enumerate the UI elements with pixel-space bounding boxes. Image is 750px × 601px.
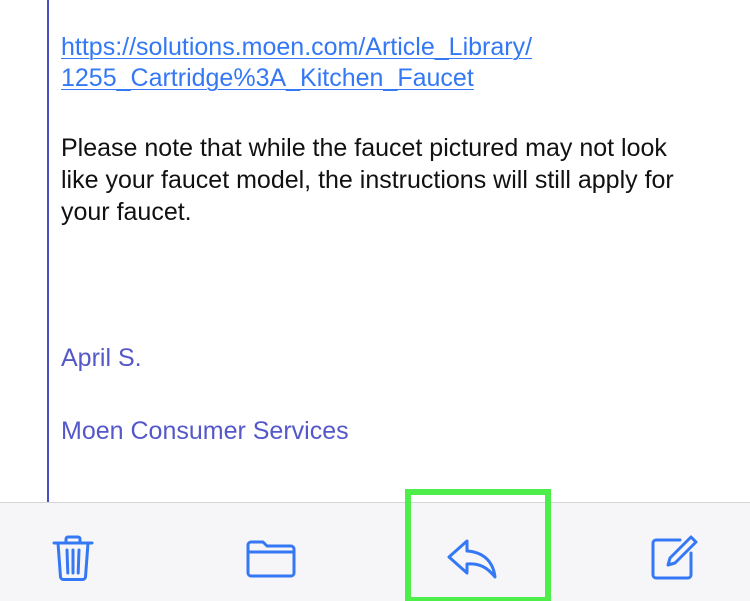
- folder-icon: [246, 540, 296, 578]
- reply-button[interactable]: [445, 531, 499, 585]
- move-to-folder-button[interactable]: [244, 531, 298, 585]
- note-text-line3: your faucet.: [61, 198, 192, 226]
- trash-button[interactable]: [46, 531, 100, 585]
- reply-icon: [447, 539, 497, 579]
- note-text-line2: like your faucet model, the instructions…: [61, 166, 674, 194]
- signature-organization: Moen Consumer Services: [61, 417, 349, 445]
- email-body: https://solutions.moen.com/Article_Libra…: [0, 0, 750, 502]
- trash-icon: [52, 535, 94, 581]
- article-link-line2[interactable]: 1255_Cartridge%3A_Kitchen_Faucet: [61, 63, 721, 94]
- compose-button[interactable]: [646, 531, 700, 585]
- bottom-toolbar: [0, 502, 750, 601]
- quote-bar: [47, 0, 49, 502]
- article-link-line1[interactable]: https://solutions.moen.com/Article_Libra…: [61, 32, 721, 63]
- signature-name: April S.: [61, 344, 142, 372]
- note-text-line1: Please note that while the faucet pictur…: [61, 134, 667, 162]
- compose-icon: [651, 535, 698, 580]
